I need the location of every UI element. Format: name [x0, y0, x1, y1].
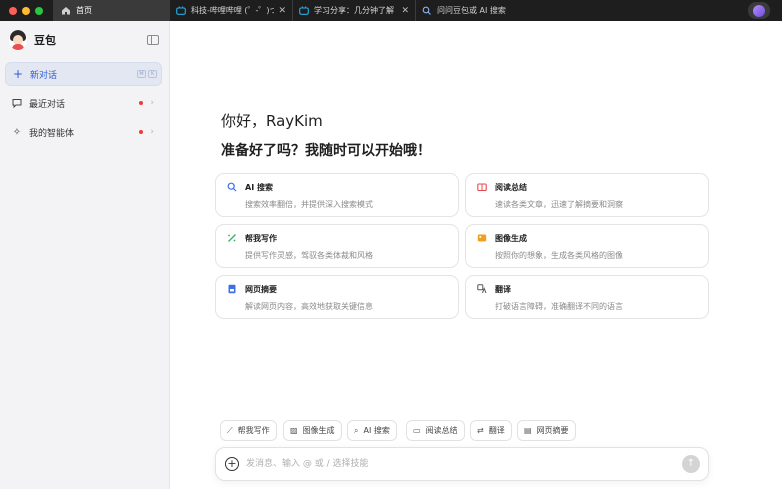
chip-image-generation[interactable]: ▨ 图像生成 [283, 420, 342, 441]
image-icon [477, 234, 487, 242]
translate-icon [477, 284, 487, 294]
send-button[interactable]: ↑ [682, 455, 700, 473]
search-icon [422, 6, 431, 15]
card-description: 搜索效率翻倍，并提供深入搜索模式 [245, 200, 373, 209]
chip-label: 帮我写作 [237, 426, 270, 435]
avatar-image [753, 4, 765, 17]
keyboard-shortcut: ⌘ K [137, 70, 157, 78]
webpage-icon [228, 284, 236, 294]
card-title: AI 搜索 [245, 183, 273, 192]
book-icon: ▭ [413, 426, 421, 435]
ai-search-icon: ⌕ [354, 425, 359, 435]
greeting-title: 你好，RayKim [221, 112, 323, 130]
sidebar-item-recent-chats[interactable]: 最近对话 › [5, 91, 162, 115]
greeting-subtitle: 准备好了吗？我随时可以开始哦！ [221, 143, 431, 159]
pen-icon [228, 234, 236, 242]
feature-card-writing[interactable]: 帮我写作 提供写作灵感，驾驭各类体裁和风格 [215, 224, 459, 268]
tab-label: 学习分享：几分钟了解 [314, 6, 394, 15]
shortcut-key: ⌘ [137, 70, 146, 78]
close-window-button[interactable] [9, 6, 17, 15]
close-icon[interactable]: ✕ [401, 6, 409, 16]
chip-ai-search[interactable]: ⌕ AI 搜索 [347, 420, 397, 441]
book-icon [477, 183, 487, 192]
sidebar-item-new-chat[interactable]: + 新对话 ⌘ K [5, 62, 162, 86]
chip-translate[interactable]: ⇄ 翻译 [470, 420, 512, 441]
feature-card-reading-summary[interactable]: 阅读总结 速读各类文章，迅速了解摘要和洞察 [465, 173, 709, 217]
chip-label: 翻译 [488, 426, 505, 435]
card-title: 阅读总结 [495, 183, 527, 192]
card-title: 翻译 [495, 285, 511, 294]
sidebar: 豆包 + 新对话 ⌘ K 最近对话 › ✧ 我的智能体 › [0, 21, 170, 489]
chip-webpage-summary[interactable]: ▤ 网页摘要 [517, 420, 576, 441]
feature-card-translate[interactable]: 翻译 打破语言障碍，准确翻译不同的语言 [465, 275, 709, 319]
card-title: 网页摘要 [245, 285, 277, 294]
card-description: 解读网页内容，高效地获取关键信息 [245, 302, 373, 311]
pen-icon: ⟋ [227, 425, 233, 435]
card-title: 帮我写作 [245, 234, 277, 243]
chip-label: 网页摘要 [536, 426, 569, 435]
chip-label: AI 搜索 [363, 426, 390, 435]
bilibili-icon [299, 6, 309, 15]
chip-writing[interactable]: ⟋ 帮我写作 [220, 420, 277, 441]
zoom-window-button[interactable] [35, 6, 43, 15]
brand-name: 豆包 [34, 34, 56, 47]
tab-label: 首页 [76, 6, 92, 15]
card-title: 图像生成 [495, 234, 527, 243]
plus-icon: + [12, 67, 24, 81]
notification-dot [139, 101, 144, 105]
sidebar-item-my-agents[interactable]: ✧ 我的智能体 › [5, 120, 162, 144]
chip-label: 图像生成 [302, 426, 335, 435]
webpage-icon: ▤ [524, 426, 532, 435]
card-description: 速读各类文章，迅速了解摘要和洞察 [495, 200, 623, 209]
chip-label: 阅读总结 [425, 426, 458, 435]
sidebar-item-label: 最近对话 [29, 99, 66, 110]
message-composer: + ↑ [215, 447, 709, 481]
feature-card-image-generation[interactable]: 图像生成 按照你的想象，生成各类风格的图像 [465, 224, 709, 268]
translate-icon: ⇄ [477, 426, 484, 435]
sidebar-item-label: 新对话 [30, 70, 58, 81]
browser-tab-bar: 首页 科技-哔哩哔哩 (゜-゜)つ ✕ 学习分享：几分钟了解 ✕ 问问豆包或 A… [0, 0, 782, 21]
card-description: 打破语言障碍，准确翻译不同的语言 [495, 302, 623, 311]
bilibili-icon [176, 6, 186, 15]
shortcut-key: K [148, 70, 157, 78]
minimize-window-button[interactable] [22, 6, 30, 15]
notification-dot [139, 130, 144, 134]
profile-avatar[interactable] [748, 2, 770, 19]
tab-learning-share[interactable]: 学习分享：几分钟了解 ✕ [293, 0, 416, 21]
tab-bilibili-tech[interactable]: 科技-哔哩哔哩 (゜-゜)つ ✕ [170, 0, 293, 21]
sparkle-icon: ✧ [12, 126, 22, 138]
tab-home[interactable]: 首页 [53, 0, 170, 21]
window-controls [9, 6, 53, 15]
chevron-right-icon: › [150, 127, 154, 137]
chip-reading-summary[interactable]: ▭ 阅读总结 [406, 420, 465, 441]
chat-bubble-icon [12, 99, 22, 109]
feature-card-webpage-summary[interactable]: 网页摘要 解读网页内容，高效地获取关键信息 [215, 275, 459, 319]
card-description: 按照你的想象，生成各类风格的图像 [495, 251, 623, 260]
close-icon[interactable]: ✕ [278, 6, 286, 16]
feature-card-ai-search[interactable]: AI 搜索 搜索效率翻倍，并提供深入搜索模式 [215, 173, 459, 217]
sidebar-item-label: 我的智能体 [29, 128, 75, 139]
ai-search-icon [227, 182, 237, 192]
tab-label: 问问豆包或 AI 搜索 [437, 6, 506, 15]
collapse-sidebar-icon[interactable] [147, 35, 159, 45]
chevron-right-icon: › [150, 98, 154, 108]
tab-label: 科技-哔哩哔哩 (゜-゜)つ [191, 6, 275, 15]
arrow-up-icon: ↑ [686, 458, 696, 469]
card-description: 提供写作灵感，驾驭各类体裁和风格 [245, 251, 373, 260]
image-icon: ▨ [290, 426, 298, 435]
add-attachment-icon[interactable]: + [225, 457, 239, 471]
home-icon [62, 7, 70, 15]
message-input[interactable] [246, 456, 646, 472]
brand[interactable]: 豆包 [9, 30, 56, 50]
tab-ask-doubao[interactable]: 问问豆包或 AI 搜索 [416, 0, 576, 21]
doubao-logo [9, 30, 27, 50]
